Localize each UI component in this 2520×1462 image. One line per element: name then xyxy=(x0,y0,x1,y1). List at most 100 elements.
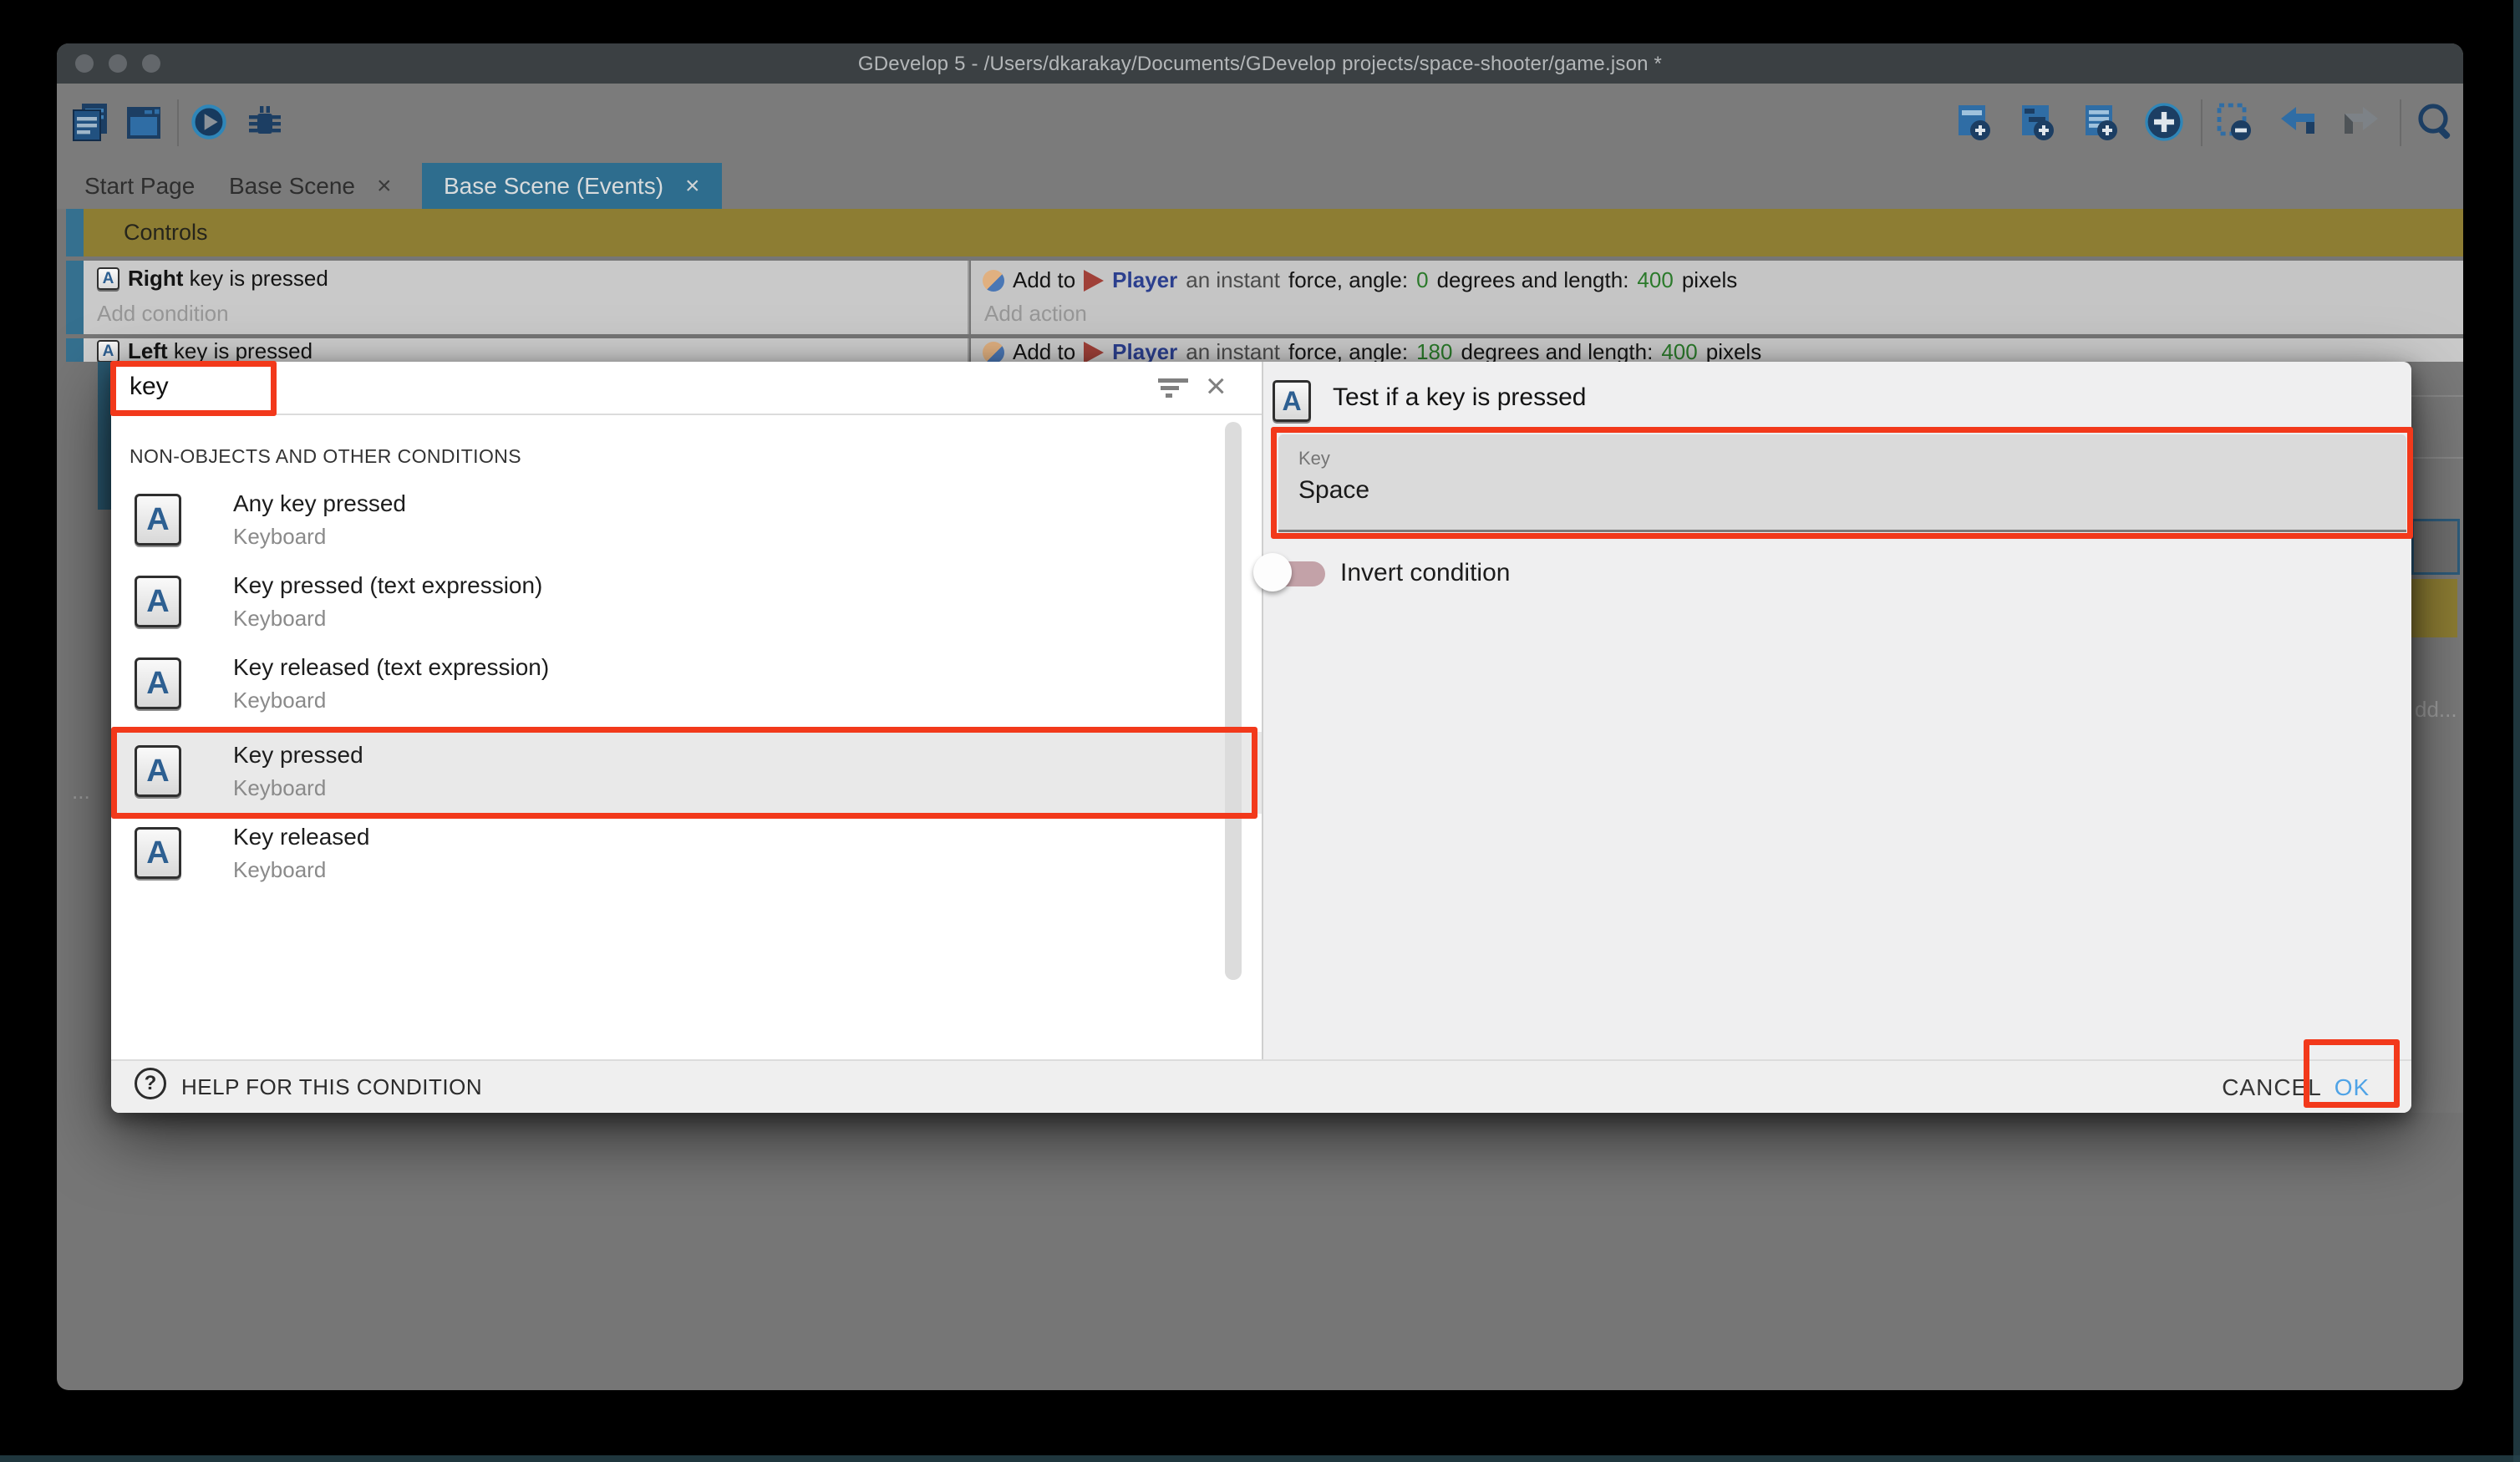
actions-cell[interactable]: Add to Player an instant force, angle: 0… xyxy=(971,261,2463,334)
action-line[interactable]: Add to Player an instant force, angle: 1… xyxy=(983,339,1761,362)
keyboard-key-icon: A xyxy=(135,657,181,709)
ok-button[interactable]: OK xyxy=(2317,1074,2387,1101)
tab-close-icon[interactable]: × xyxy=(377,174,392,199)
conditions-section-header: NON-OBJECTS AND OTHER CONDITIONS xyxy=(130,445,521,468)
close-icon[interactable]: × xyxy=(1206,368,1227,404)
force-action-icon xyxy=(983,270,1004,292)
tab-start-page[interactable]: Start Page xyxy=(63,163,216,209)
keyboard-key-icon: A xyxy=(135,745,181,797)
add-action-link[interactable]: Add action xyxy=(984,301,1087,327)
help-icon[interactable]: ? xyxy=(135,1068,166,1099)
action-text: pixels xyxy=(1706,339,1761,362)
action-text: an instant xyxy=(1186,339,1280,362)
add-comment-icon[interactable] xyxy=(2079,97,2122,147)
selected-event-outline xyxy=(2411,519,2460,575)
dimmed-event-bar xyxy=(98,362,111,510)
add-circle-icon[interactable] xyxy=(2142,97,2186,147)
event-group-header[interactable]: Controls xyxy=(84,209,2463,256)
gdevelop-window: GDevelop 5 - /Users/dkarakay/Documents/G… xyxy=(57,43,2463,1390)
help-link[interactable]: HELP FOR THIS CONDITION xyxy=(181,1074,482,1100)
condition-line[interactable]: A Left key is pressed xyxy=(97,338,312,362)
invert-condition-toggle-thumb[interactable] xyxy=(1253,553,1292,591)
undo-icon[interactable] xyxy=(2276,97,2319,147)
preview-play-icon[interactable] xyxy=(190,97,228,147)
list-item-key-released[interactable]: A Key released Keyboard xyxy=(111,814,1262,896)
list-item-key-pressed[interactable]: A Key pressed Keyboard xyxy=(111,732,1262,814)
filter-icon[interactable] xyxy=(1158,378,1188,400)
condition-line[interactable]: A Right key is pressed xyxy=(97,266,328,292)
action-object: Player xyxy=(1112,339,1177,362)
screen-edge xyxy=(2513,0,2520,1462)
action-line[interactable]: Add to Player an instant force, angle: 0… xyxy=(983,267,1737,293)
keyboard-key-icon: A xyxy=(135,494,181,546)
keycap-letter: A xyxy=(103,270,114,288)
item-title: Key released xyxy=(233,824,369,850)
item-subtitle: Keyboard xyxy=(233,775,326,801)
project-manager-icon[interactable] xyxy=(69,97,112,147)
search-input[interactable]: key xyxy=(130,373,169,401)
event-bar xyxy=(66,261,84,334)
keycap-letter: A xyxy=(146,502,169,538)
keycap-letter: A xyxy=(146,754,169,789)
tab-base-scene-events[interactable]: Base Scene (Events) × xyxy=(422,163,722,209)
list-item-key-pressed-text-expression[interactable]: A Key pressed (text expression) Keyboard xyxy=(111,562,1262,644)
action-text: Add to xyxy=(1013,339,1075,362)
tab-base-scene[interactable]: Base Scene × xyxy=(207,163,414,209)
tab-label: Start Page xyxy=(84,173,195,200)
screen-edge xyxy=(0,1455,2520,1462)
invert-condition-label: Invert condition xyxy=(1340,559,1510,587)
conditions-cell[interactable]: A Right key is pressed Add condition xyxy=(84,261,969,334)
action-angle-value: 0 xyxy=(1416,267,1428,293)
action-length-value: 400 xyxy=(1661,339,1697,362)
actions-cell[interactable]: Add to Player an instant force, angle: 1… xyxy=(971,338,2463,362)
event-row[interactable]: A Right key is pressed Add condition Add… xyxy=(84,261,2463,334)
item-subtitle: Keyboard xyxy=(233,857,326,883)
key-field-value: Space xyxy=(1298,476,1369,505)
add-subevent-icon[interactable] xyxy=(2015,97,2059,147)
action-text: degrees and length: xyxy=(1461,339,1653,362)
list-item-key-released-text-expression[interactable]: A Key released (text expression) Keyboar… xyxy=(111,644,1262,726)
item-subtitle: Keyboard xyxy=(233,688,326,713)
conditions-cell[interactable]: A Left key is pressed xyxy=(84,338,969,362)
search-icon[interactable] xyxy=(2413,97,2456,147)
event-group-bar xyxy=(66,209,84,256)
truncated-add-text: dd... xyxy=(2415,697,2457,723)
keycap-letter: A xyxy=(1282,386,1301,417)
keycap-letter: A xyxy=(146,666,169,702)
action-text: Add to xyxy=(1013,267,1075,293)
add-condition-link[interactable]: Add condition xyxy=(97,301,229,327)
item-title: Key released (text expression) xyxy=(233,654,549,681)
toolbar xyxy=(57,84,2463,163)
keyboard-key-icon: A xyxy=(97,267,119,290)
item-title: Key pressed xyxy=(233,742,363,769)
debugger-bug-icon[interactable] xyxy=(243,97,287,147)
action-text: force, angle: xyxy=(1288,339,1408,362)
event-row[interactable]: A Left key is pressed Add to Player an i… xyxy=(84,338,2463,362)
event-bar xyxy=(66,338,84,362)
list-item-any-key-pressed[interactable]: A Any key pressed Keyboard xyxy=(111,480,1262,562)
toolbar-separator xyxy=(177,99,179,146)
dialog-footer: ? HELP FOR THIS CONDITION CANCEL OK xyxy=(111,1059,2411,1113)
row-divider xyxy=(2411,395,2463,397)
item-subtitle: Keyboard xyxy=(233,606,326,632)
scene-editor-icon[interactable] xyxy=(122,97,165,147)
redo-icon[interactable] xyxy=(2340,97,2383,147)
player-object-icon xyxy=(1084,342,1104,363)
keycap-letter: A xyxy=(103,343,114,361)
key-select-field[interactable]: Key Space xyxy=(1278,434,2406,532)
condition-param: Right xyxy=(128,266,183,291)
keyboard-key-icon: A xyxy=(97,340,119,362)
condition-title: Test if a key is pressed xyxy=(1333,383,1586,412)
keyboard-key-icon: A xyxy=(135,827,181,879)
action-text: degrees and length: xyxy=(1437,267,1629,293)
item-title: Key pressed (text expression) xyxy=(233,572,542,599)
list-scrollbar[interactable] xyxy=(1225,422,1242,980)
item-title: Any key pressed xyxy=(233,490,406,517)
tab-label: Base Scene xyxy=(229,173,355,200)
condition-text: key is pressed xyxy=(190,266,328,291)
player-object-icon xyxy=(1084,270,1104,292)
add-event-icon[interactable] xyxy=(1952,97,1995,147)
delete-selection-icon[interactable] xyxy=(2213,97,2256,147)
action-object: Player xyxy=(1112,267,1177,293)
tab-close-icon[interactable]: × xyxy=(685,174,700,199)
